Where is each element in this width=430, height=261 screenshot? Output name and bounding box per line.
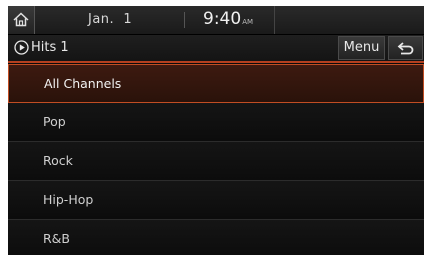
list-item-r-and-b[interactable]: R&B (8, 220, 424, 255)
date-display: Jan. 1 (88, 12, 133, 27)
radio-screen: Jan. 1 9:40AM Hits 1 Menu All Channels P… (8, 6, 424, 255)
status-bar: Jan. 1 9:40AM (8, 6, 424, 35)
menu-button[interactable]: Menu (338, 36, 385, 60)
clock-display: 9:40AM (203, 9, 253, 29)
play-circle-icon (14, 40, 29, 55)
title-bar: Hits 1 Menu (8, 35, 424, 63)
list-item-rock[interactable]: Rock (8, 142, 424, 181)
back-button[interactable] (388, 36, 423, 60)
back-arrow-icon (397, 42, 414, 55)
home-icon (13, 12, 29, 27)
clock-ampm: AM (242, 18, 254, 26)
list-item-hip-hop[interactable]: Hip-Hop (8, 181, 424, 220)
home-button[interactable] (8, 6, 35, 34)
category-list: All Channels Pop Rock Hip-Hop R&B (8, 64, 424, 255)
list-item-pop[interactable]: Pop (8, 103, 424, 142)
list-item-all-channels[interactable]: All Channels (8, 64, 424, 103)
channel-title: Hits 1 (31, 40, 69, 55)
status-divider-end (274, 6, 275, 34)
clock-time: 9:40 (203, 9, 242, 29)
status-divider (184, 12, 185, 28)
